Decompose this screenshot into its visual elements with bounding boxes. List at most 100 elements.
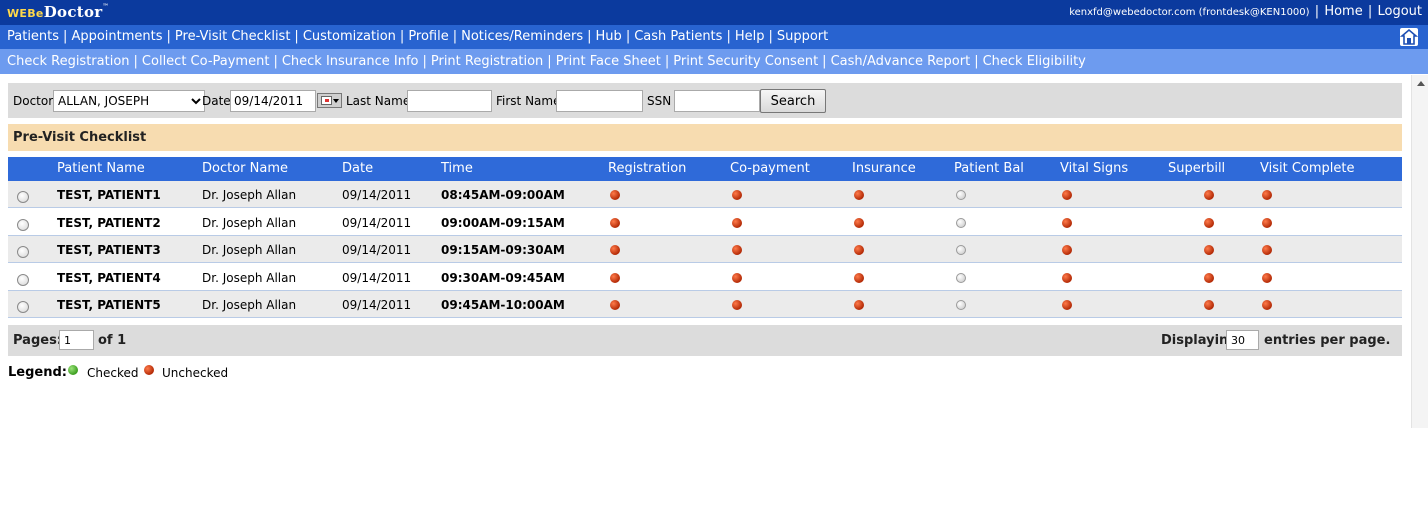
subnav-check-insurance-info[interactable]: Check Insurance Info xyxy=(282,54,419,69)
subnav-print-security-consent[interactable]: Print Security Consent xyxy=(673,54,818,69)
subnav-check-registration[interactable]: Check Registration xyxy=(7,54,130,69)
ssn-label: SSN xyxy=(647,94,672,108)
registration-status-icon[interactable] xyxy=(610,217,620,228)
patient-bal-status-icon[interactable] xyxy=(956,217,966,228)
registration-status-icon[interactable] xyxy=(610,300,620,310)
col-copayment: Co-payment xyxy=(730,161,810,176)
user-info: kenxfd@webedoctor.com (frontdesk@KEN1000… xyxy=(1069,4,1422,19)
vertical-scrollbar[interactable] xyxy=(1411,75,1428,428)
patient-bal-status-icon[interactable] xyxy=(956,245,966,255)
registration-status-icon[interactable] xyxy=(610,245,620,255)
legend-checked-icon xyxy=(68,365,78,375)
nav-support[interactable]: Support xyxy=(777,29,828,44)
nav-help[interactable]: Help xyxy=(735,29,765,44)
time-cell: 08:45AM-09:00AM xyxy=(441,188,565,202)
nav-customization[interactable]: Customization xyxy=(303,29,396,44)
last-name-input[interactable] xyxy=(407,90,492,112)
copayment-status-icon[interactable] xyxy=(732,190,742,200)
nav-pre-visit-checklist[interactable]: Pre-Visit Checklist xyxy=(175,29,291,44)
row-select-radio[interactable] xyxy=(17,246,29,258)
visit-complete-status-icon[interactable] xyxy=(1262,245,1272,255)
vital-signs-status-icon[interactable] xyxy=(1062,217,1072,228)
visit-complete-status-icon[interactable] xyxy=(1262,217,1272,228)
visit-complete-status-icon[interactable] xyxy=(1262,190,1272,200)
registration-status-icon[interactable] xyxy=(610,190,620,200)
subnav-separator: | xyxy=(974,54,979,69)
patient-bal-status-icon[interactable] xyxy=(956,190,966,200)
table-row[interactable]: TEST, PATIENT5 Dr. Joseph Allan 09/14/2011… xyxy=(8,291,1402,318)
nav-separator: | xyxy=(63,29,68,44)
search-button[interactable]: Search xyxy=(760,89,826,113)
nav-separator: | xyxy=(294,29,299,44)
vital-signs-status-icon[interactable] xyxy=(1062,245,1072,255)
nav-profile[interactable]: Profile xyxy=(408,29,448,44)
user-account: (frontdesk@KEN1000) xyxy=(1198,7,1310,18)
copayment-status-icon[interactable] xyxy=(732,272,742,283)
nav-appointments[interactable]: Appointments xyxy=(71,29,162,44)
nav-separator: | xyxy=(166,29,171,44)
patient-name-cell: TEST, PATIENT2 xyxy=(57,215,161,230)
scroll-up-arrow-icon[interactable] xyxy=(1417,81,1425,86)
col-patient-name[interactable]: Patient Name xyxy=(57,161,145,176)
col-visit-complete: Visit Complete xyxy=(1260,161,1355,176)
nav-separator: | xyxy=(726,29,731,44)
ssn-input[interactable] xyxy=(674,90,760,112)
col-date[interactable]: Date xyxy=(342,161,373,176)
superbill-status-icon[interactable] xyxy=(1204,217,1214,228)
first-name-input[interactable] xyxy=(556,90,643,112)
subnav-separator: | xyxy=(822,54,827,69)
subnav-print-face-sheet[interactable]: Print Face Sheet xyxy=(556,54,661,69)
vital-signs-status-icon[interactable] xyxy=(1062,190,1072,200)
insurance-status-icon[interactable] xyxy=(854,190,864,200)
patient-bal-status-icon[interactable] xyxy=(956,300,966,310)
copayment-status-icon[interactable] xyxy=(732,245,742,255)
visit-complete-status-icon[interactable] xyxy=(1262,272,1272,283)
date-input[interactable] xyxy=(230,90,316,112)
logout-link[interactable]: Logout xyxy=(1377,4,1422,19)
sub-nav: Check Registration | Collect Co-Payment | Ch… xyxy=(0,49,1428,74)
registration-status-icon[interactable] xyxy=(610,272,620,283)
table-row[interactable]: TEST, PATIENT4 Dr. Joseph Allan 09/14/2011… xyxy=(8,263,1402,291)
insurance-status-icon[interactable] xyxy=(854,245,864,255)
main-nav: Patients | Appointments | Pre-Visit Checklis… xyxy=(0,25,1428,49)
vital-signs-status-icon[interactable] xyxy=(1062,300,1072,310)
nav-hub[interactable]: Hub xyxy=(596,29,622,44)
col-doctor-name[interactable]: Doctor Name xyxy=(202,161,288,176)
patient-bal-status-icon[interactable] xyxy=(956,272,966,283)
copayment-status-icon[interactable] xyxy=(732,300,742,310)
subnav-collect-co-payment[interactable]: Collect Co-Payment xyxy=(142,54,270,69)
row-select-radio[interactable] xyxy=(17,191,29,203)
subnav-print-registration[interactable]: Print Registration xyxy=(431,54,543,69)
doctor-select[interactable]: ALLAN, JOSEPH xyxy=(53,90,205,112)
insurance-status-icon[interactable] xyxy=(854,217,864,228)
row-select-radio[interactable] xyxy=(17,301,29,313)
home-lock-icon[interactable] xyxy=(1400,28,1418,46)
insurance-status-icon[interactable] xyxy=(854,272,864,283)
superbill-status-icon[interactable] xyxy=(1204,272,1214,283)
superbill-status-icon[interactable] xyxy=(1204,300,1214,310)
nav-patients[interactable]: Patients xyxy=(7,29,59,44)
row-select-radio[interactable] xyxy=(17,273,29,286)
vital-signs-status-icon[interactable] xyxy=(1062,272,1072,283)
subnav-separator: | xyxy=(547,54,552,69)
superbill-status-icon[interactable] xyxy=(1204,190,1214,200)
insurance-status-icon[interactable] xyxy=(854,300,864,310)
table-row[interactable]: TEST, PATIENT1 Dr. Joseph Allan 09/14/2011… xyxy=(8,181,1402,208)
subnav-cash-advance-report[interactable]: Cash/Advance Report xyxy=(831,54,971,69)
superbill-status-icon[interactable] xyxy=(1204,245,1214,255)
row-select-radio[interactable] xyxy=(17,218,29,231)
home-link[interactable]: Home xyxy=(1324,4,1362,19)
table-row[interactable]: TEST, PATIENT2 Dr. Joseph Allan 09/14/2011… xyxy=(8,208,1402,236)
subnav-separator: | xyxy=(273,54,278,69)
calendar-picker-icon[interactable] xyxy=(317,93,342,108)
page-number-input[interactable] xyxy=(59,330,94,350)
copayment-status-icon[interactable] xyxy=(732,217,742,228)
table-row[interactable]: TEST, PATIENT3 Dr. Joseph Allan 09/14/2011… xyxy=(8,236,1402,263)
per-page-input[interactable] xyxy=(1226,330,1259,350)
visit-complete-status-icon[interactable] xyxy=(1262,300,1272,310)
col-time[interactable]: Time xyxy=(441,161,473,176)
nav-separator: | xyxy=(452,29,458,44)
nav-cash-patients[interactable]: Cash Patients xyxy=(634,29,722,44)
subnav-check-eligibility[interactable]: Check Eligibility xyxy=(983,54,1086,69)
nav-notices-reminders[interactable]: Notices/Reminders xyxy=(461,29,583,44)
